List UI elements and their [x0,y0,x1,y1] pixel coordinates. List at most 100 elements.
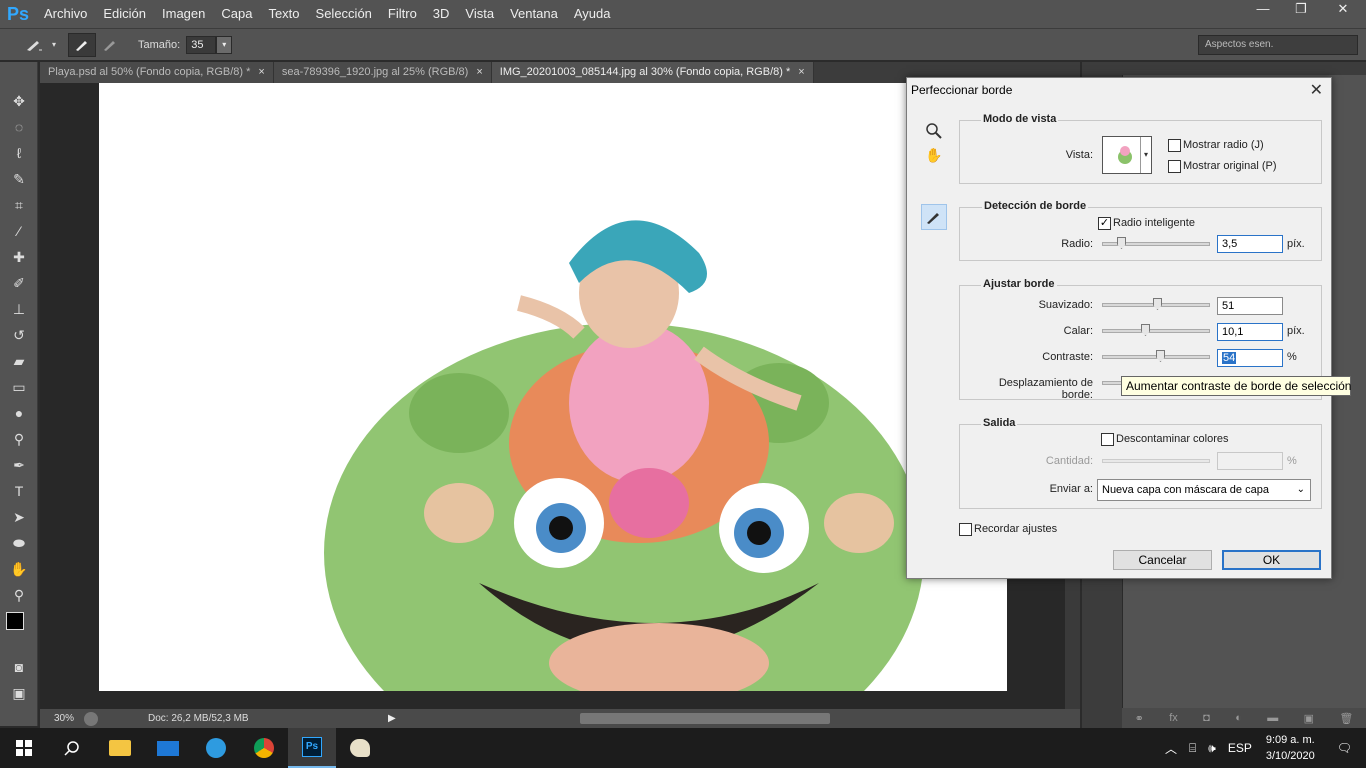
menu-ventana[interactable]: Ventana [502,0,566,28]
show-radius-checkbox[interactable] [1168,139,1181,152]
network-icon[interactable]: ⌸ [1183,741,1202,756]
refine-radius-tool-icon[interactable] [921,204,947,230]
workspace-select[interactable]: Aspectos esen. [1198,35,1358,55]
search-icon[interactable] [48,728,96,768]
menu-texto[interactable]: Texto [260,0,307,28]
chevron-down-icon[interactable]: ▾ [48,33,60,57]
close-icon[interactable]: ✕ [1310,80,1323,100]
contrast-slider[interactable] [1102,350,1210,362]
smart-radius-checkbox[interactable]: ✓ [1098,217,1111,230]
output-to-select[interactable]: Nueva capa con máscara de capa ⌄ [1097,479,1311,501]
trash-icon[interactable]: 🗑 [1339,712,1353,725]
color-swatches[interactable] [0,608,37,654]
windows-start-icon[interactable] [0,728,48,768]
chevron-down-icon[interactable]: ▾ [1140,137,1151,173]
foreground-color[interactable] [6,612,24,630]
quick-selection-tool-icon[interactable]: ✎ [0,166,38,192]
contrast-field[interactable]: 54 [1217,349,1283,367]
paint-icon[interactable] [336,728,384,768]
gradient-tool-icon[interactable]: ▭ [0,374,38,400]
shift-edge-slider[interactable] [1102,381,1122,385]
quick-mask-icon[interactable]: ◙ [0,654,38,680]
blur-tool-icon[interactable]: ● [0,400,38,426]
mail-icon[interactable] [144,728,192,768]
chevron-up-icon[interactable]: ︿ [1159,740,1183,757]
radius-field[interactable]: 3,5 [1217,235,1283,253]
ok-button[interactable]: OK [1222,550,1321,570]
close-icon[interactable]: × [258,66,264,78]
feather-slider[interactable] [1102,324,1210,336]
view-mode-thumbnail[interactable]: ▾ [1102,136,1152,174]
status-menu-arrow-icon[interactable]: ▶ [388,713,396,724]
add-mask-icon[interactable]: ◘ [1203,712,1210,724]
close-icon[interactable]: × [476,66,482,78]
brush-tool-icon[interactable]: ✐ [0,270,38,296]
horizontal-scrollbar[interactable] [580,713,830,724]
photoshop-taskbar-icon[interactable]: Ps [288,728,336,768]
menu-imagen[interactable]: Imagen [154,0,213,28]
close-window-button[interactable]: ✕ [1320,0,1366,20]
menu-archivo[interactable]: Archivo [36,0,95,28]
feather-field[interactable]: 10,1 [1217,323,1283,341]
menu-capa[interactable]: Capa [213,0,260,28]
zoom-tool-icon[interactable] [921,118,947,144]
path-selection-tool-icon[interactable]: ➤ [0,504,38,530]
language-indicator[interactable]: ESP [1222,741,1258,755]
move-tool-icon[interactable]: ✥ [0,88,38,114]
chrome-icon[interactable] [240,728,288,768]
lasso-tool-icon[interactable]: ℓ [0,140,38,166]
zoom-tool-icon[interactable]: ⚲ [0,582,38,608]
refine-radius-tool-icon[interactable] [68,32,96,57]
menu-vista[interactable]: Vista [457,0,502,28]
close-icon[interactable]: × [798,66,804,78]
smooth-slider[interactable] [1102,298,1210,310]
marquee-tool-icon[interactable]: ◌ [0,114,38,140]
menu-filtro[interactable]: Filtro [380,0,425,28]
new-layer-icon[interactable]: ▣ [1304,712,1314,725]
remember-settings-checkbox[interactable] [959,523,972,536]
size-dropdown-button[interactable]: ▾ [216,35,233,54]
dodge-tool-icon[interactable]: ⚲ [0,426,38,452]
clock[interactable]: 9:09 a. m. 3/10/2020 [1258,732,1323,764]
hand-tool-icon[interactable]: ✋ [0,556,38,582]
minimize-button[interactable]: — [1244,0,1282,20]
clone-stamp-tool-icon[interactable]: ⊥ [0,296,38,322]
notification-icon[interactable]: 🗨 [1323,741,1366,755]
volume-icon[interactable]: 🕪 [1202,741,1222,756]
document-canvas[interactable] [99,83,1007,691]
link-layers-icon[interactable]: ⚭ [1135,712,1144,725]
shape-tool-icon[interactable]: ⬬ [0,530,38,556]
smooth-field[interactable]: 51 [1217,297,1283,315]
crop-tool-icon[interactable]: ⌗ [0,192,38,218]
eraser-tool-icon[interactable]: ▰ [0,348,38,374]
zoom-level[interactable]: 30% [40,713,84,724]
adjustment-icon[interactable]: ◐ [1235,712,1242,724]
file-explorer-icon[interactable] [96,728,144,768]
erase-refinements-tool-icon[interactable] [96,33,124,57]
eyedropper-tool-icon[interactable]: ⁄ [0,218,38,244]
new-group-icon[interactable]: ▬ [1267,712,1278,724]
decontaminate-checkbox[interactable] [1101,433,1114,446]
menu-ayuda[interactable]: Ayuda [566,0,619,28]
restore-button[interactable]: ❐ [1282,0,1320,20]
history-brush-tool-icon[interactable]: ↺ [0,322,38,348]
type-tool-icon[interactable]: T [0,478,38,504]
tab-img[interactable]: IMG_20201003_085144.jpg al 30% (Fondo co… [491,62,814,83]
show-original-checkbox[interactable] [1168,160,1181,173]
cancel-button[interactable]: Cancelar [1113,550,1212,570]
menu-seleccion[interactable]: Selección [308,0,380,28]
menu-3d[interactable]: 3D [425,0,458,28]
edge-browser-icon[interactable] [192,728,240,768]
healing-brush-tool-icon[interactable]: ✚ [0,244,38,270]
menu-edicion[interactable]: Edición [95,0,154,28]
tab-sea[interactable]: sea-789396_1920.jpg al 25% (RGB/8) × [273,62,492,83]
fx-icon[interactable]: fx [1169,712,1178,724]
tab-playa[interactable]: Playa.psd al 50% (Fondo copia, RGB/8) * × [40,62,274,83]
screen-mode-icon[interactable]: ▣ [0,680,38,706]
brush-preset-icon[interactable] [20,33,48,57]
pen-tool-icon[interactable]: ✒ [0,452,38,478]
size-input[interactable]: 35 [186,35,217,54]
share-icon[interactable] [84,711,98,726]
hand-tool-icon[interactable]: ✋ [921,142,947,168]
radius-slider[interactable] [1102,237,1210,249]
